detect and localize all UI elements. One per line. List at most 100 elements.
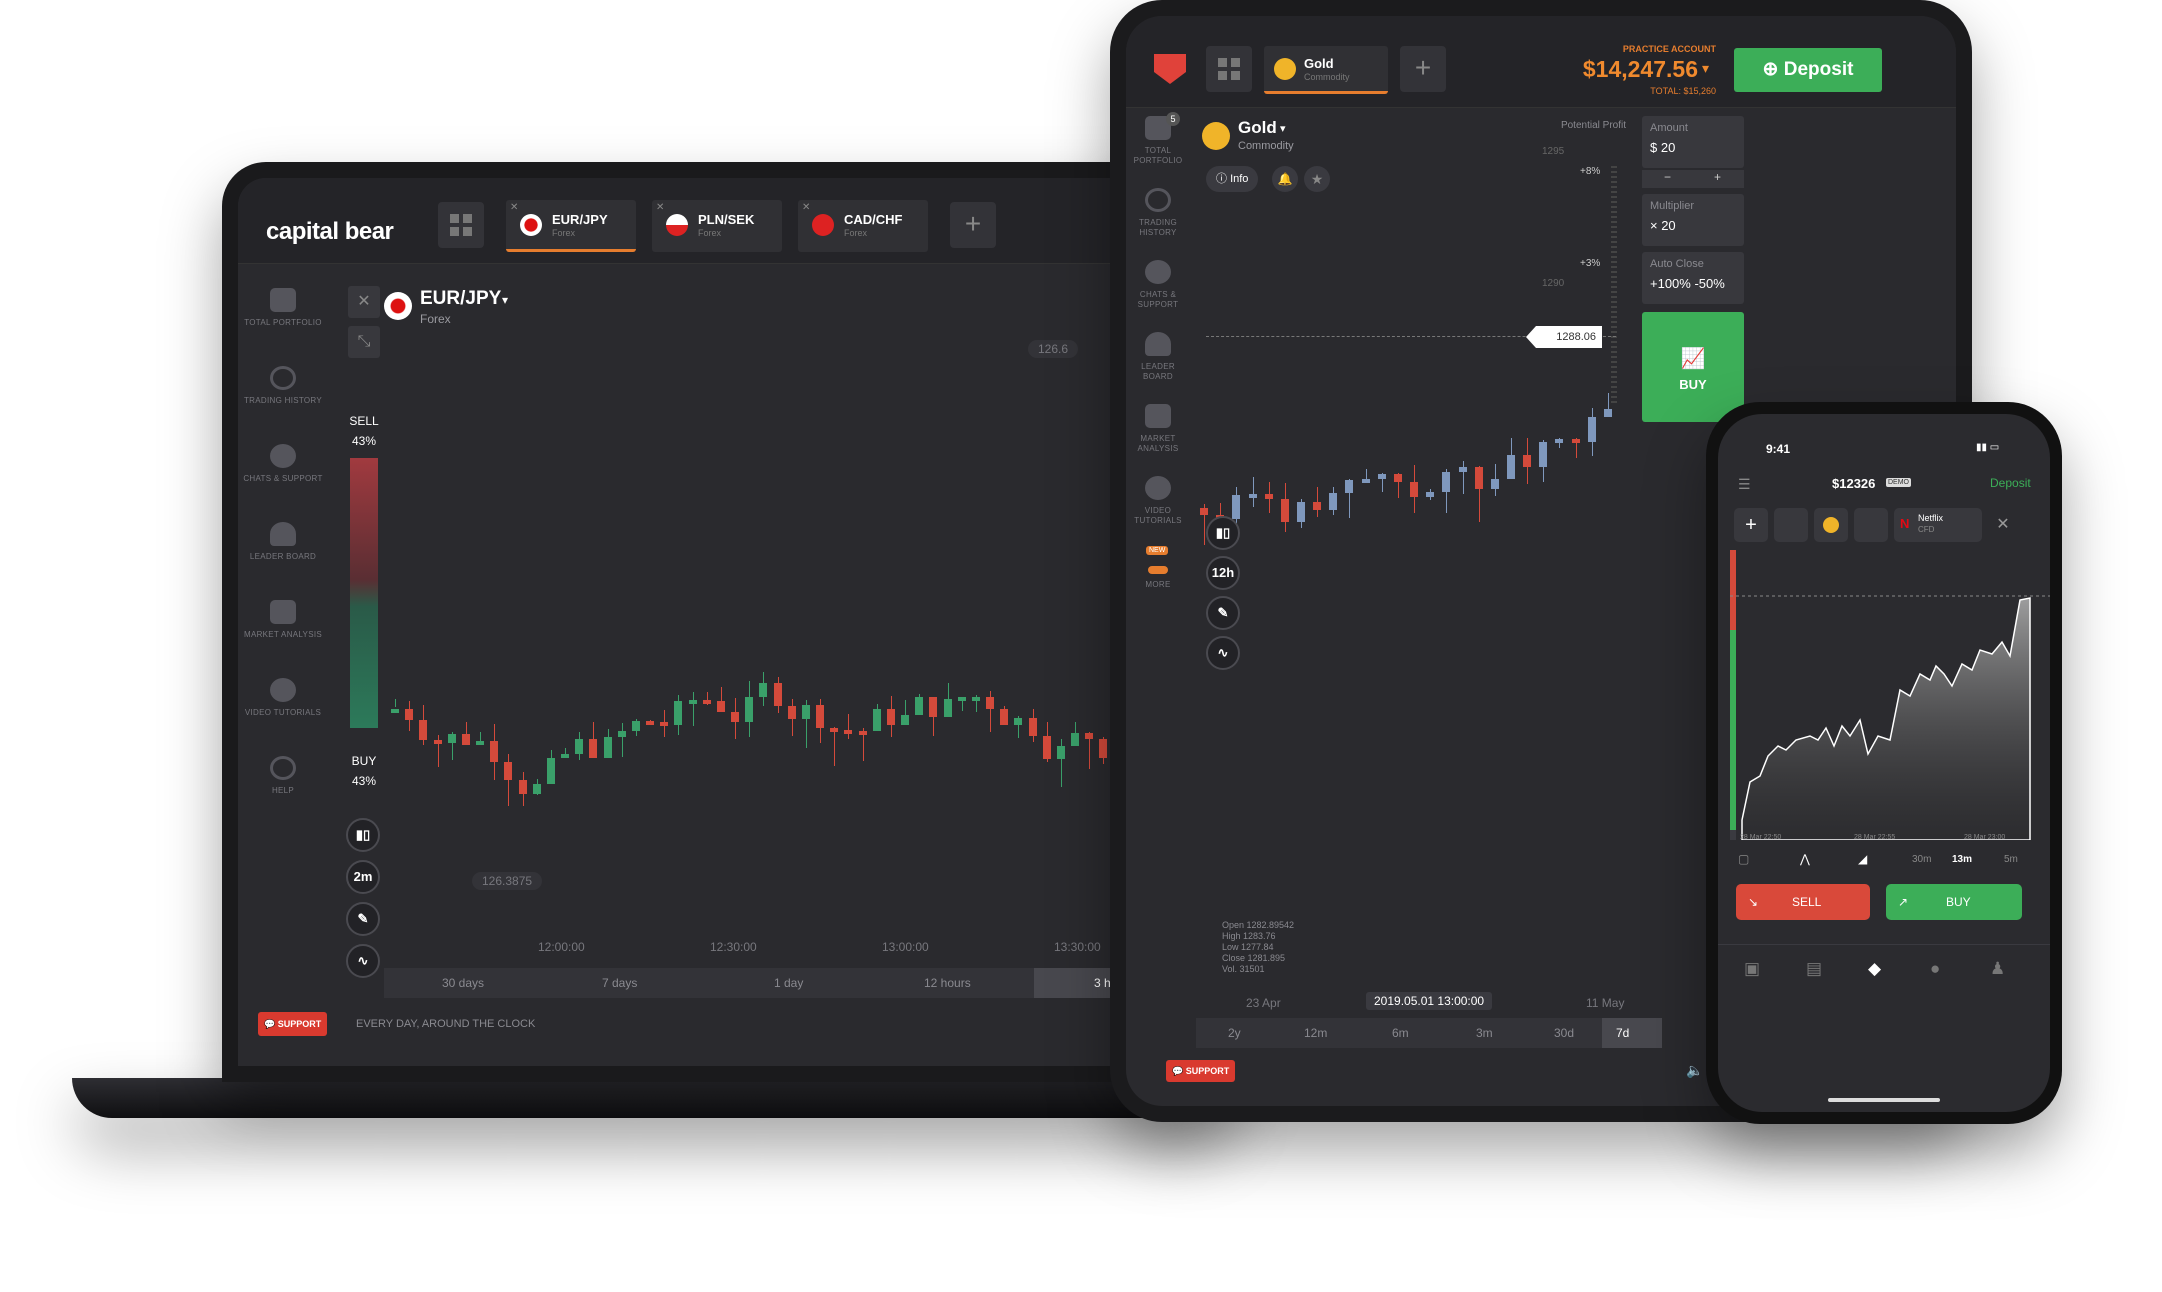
range-3m[interactable]: 3m	[1476, 1026, 1493, 1040]
indicator-icon[interactable]: ∿	[346, 944, 380, 978]
document-icon[interactable]: ▤	[1806, 959, 1822, 979]
support-button[interactable]: 💬 SUPPORT	[1166, 1060, 1236, 1082]
candlestick-chart[interactable]	[388, 318, 1226, 898]
candle	[943, 698, 952, 717]
close-icon[interactable]: ✕	[510, 202, 518, 213]
chevron-down-icon[interactable]: ▾	[1702, 60, 1709, 77]
sidebar-item-trading-history[interactable]: TRADING HISTORY	[238, 366, 328, 406]
amount-value[interactable]: $ 20	[1650, 140, 1675, 155]
sidebar-item-total-portfolio[interactable]: TOTAL PORTFOLIO	[1126, 116, 1190, 166]
close-chart-button[interactable]: ✕	[348, 286, 380, 318]
bear-icon[interactable]: ◆	[1868, 959, 1881, 979]
add-tab-button[interactable]: +	[950, 202, 996, 248]
range-30d[interactable]: 30d	[1554, 1026, 1574, 1040]
sidebar-item-chats-support[interactable]: CHATS & SUPPORT	[1126, 260, 1190, 310]
sidebar-item-leader-board[interactable]: LEADER BOARD	[1126, 332, 1190, 382]
add-tab-button[interactable]: +	[1400, 46, 1446, 92]
candle	[971, 696, 980, 701]
menu-icon[interactable]: ☰	[1738, 476, 1751, 493]
tab-gold[interactable]: Gold Commodity	[1264, 46, 1388, 94]
sidebar-item-video-tutorials[interactable]: VIDEO TUTORIALS	[238, 678, 328, 718]
range-1-day[interactable]: 1 day	[774, 976, 803, 990]
indicator-icon[interactable]: ∿	[1206, 636, 1240, 670]
sidebar-item-trading-history[interactable]: TRADING HISTORY	[1126, 188, 1190, 238]
sidebar-item-help[interactable]: HELP	[238, 756, 328, 796]
auto-close-value[interactable]: +100% -50%	[1650, 276, 1725, 291]
deposit-button[interactable]: ⊕ Deposit	[1734, 48, 1882, 92]
candle	[660, 722, 669, 727]
interval-button[interactable]: 2m	[346, 860, 380, 894]
support-button[interactable]: 💬 SUPPORT	[258, 1012, 328, 1036]
profile-icon[interactable]: ♟	[1990, 959, 2005, 979]
sell-button[interactable]: ↘ SELL	[1736, 884, 1870, 920]
range-30-days[interactable]: 30 days	[442, 976, 484, 990]
chat-icon	[270, 444, 296, 468]
ohlc-open: Open 1282.89542	[1222, 920, 1295, 930]
sidebar-item-more[interactable]: MORE	[1126, 566, 1190, 590]
balance[interactable]: $14,247.56	[1526, 56, 1698, 83]
collapse-icon[interactable]: ⤡	[348, 326, 380, 358]
candle	[1345, 480, 1354, 494]
buy-button[interactable]: ↗ BUY	[1886, 884, 2022, 920]
ohlc-vol: Vol. 31501	[1222, 964, 1265, 974]
sidebar-item-total-portfolio[interactable]: TOTAL PORTFOLIO	[238, 288, 328, 328]
interval-30m[interactable]: 30m	[1912, 854, 1931, 865]
sidebar-item-market-analysis[interactable]: MARKET ANALYSIS	[238, 600, 328, 640]
candle-wick	[848, 714, 850, 740]
chart-icon[interactable]: ▢	[1738, 852, 1749, 866]
tab-pln-sek[interactable]: ✕ PLN/SEK Forex	[652, 200, 782, 252]
tab-eur-jpy[interactable]: ✕ EUR/JPY Forex	[506, 200, 636, 252]
amount-field[interactable]: Amount $ 20	[1642, 116, 1744, 168]
grid-icon[interactable]	[438, 202, 484, 248]
range-2y[interactable]: 2y	[1228, 1026, 1241, 1040]
range-12m[interactable]: 12m	[1304, 1026, 1327, 1040]
close-icon[interactable]: ✕	[802, 202, 810, 213]
plus-button[interactable]: +	[1714, 170, 1721, 184]
candlestick-chart[interactable]	[1196, 116, 1616, 916]
interval-button[interactable]: 12h	[1206, 556, 1240, 590]
multiplier-field[interactable]: Multiplier × 20	[1642, 194, 1744, 246]
candle	[504, 762, 513, 780]
sidebar-item-video-tutorials[interactable]: VIDEO TUTORIALS	[1126, 476, 1190, 526]
sidebar-item-leader-board[interactable]: LEADER BOARD	[238, 522, 328, 562]
chart-type-icon[interactable]: ▮▯	[346, 818, 380, 852]
add-asset-button[interactable]: +	[1734, 508, 1768, 542]
sound-icon[interactable]: 🔈	[1686, 1062, 1703, 1079]
buy-button[interactable]: 📈 BUY	[1642, 312, 1744, 422]
line-chart[interactable]	[1730, 550, 2050, 840]
sidebar-item-market-analysis[interactable]: MARKET ANALYSIS	[1126, 404, 1190, 454]
range-7d[interactable]: 7d	[1602, 1018, 1662, 1048]
auto-close-field[interactable]: Auto Close +100% -50%	[1642, 252, 1744, 304]
briefcase-icon[interactable]: ▣	[1744, 959, 1760, 979]
range-12-hours[interactable]: 12 hours	[924, 976, 971, 990]
pencil-icon[interactable]: ✎	[346, 902, 380, 936]
interval-13m[interactable]: 13m	[1952, 854, 1972, 865]
balance[interactable]: $12326	[1832, 476, 1875, 491]
minus-button[interactable]: −	[1664, 170, 1671, 184]
area-chart-icon[interactable]: ◢	[1858, 852, 1867, 866]
tab-cad-chf[interactable]: ✕ CAD/CHF Forex	[798, 200, 928, 252]
chevron-down-icon[interactable]: ▾	[502, 293, 508, 307]
demo-badge: DEMO	[1886, 478, 1911, 487]
chat-icon[interactable]: ●	[1930, 959, 1940, 979]
sidebar-item-chats-support[interactable]: CHATS & SUPPORT	[238, 444, 328, 484]
asset-name[interactable]: EUR/JPY	[420, 288, 501, 310]
close-icon[interactable]: ✕	[1986, 508, 2020, 542]
draw-icon[interactable]: ⋀	[1800, 852, 1810, 866]
close-icon[interactable]: ✕	[656, 202, 664, 213]
apple-icon[interactable]	[1774, 508, 1808, 542]
grid-icon[interactable]	[1206, 46, 1252, 92]
candle	[561, 753, 570, 758]
deposit-link[interactable]: Deposit	[1990, 476, 2031, 490]
candle	[1000, 708, 1009, 726]
interval-5m[interactable]: 5m	[2004, 854, 2018, 865]
pencil-icon[interactable]: ✎	[1206, 596, 1240, 630]
candle	[1232, 494, 1241, 520]
gold-icon[interactable]	[1814, 508, 1848, 542]
tab-netflix[interactable]: N Netflix CFD	[1894, 508, 1982, 542]
range-6m[interactable]: 6m	[1392, 1026, 1409, 1040]
diamond-icon[interactable]	[1854, 508, 1888, 542]
chart-type-icon[interactable]: ▮▯	[1206, 516, 1240, 550]
range-7-days[interactable]: 7 days	[602, 976, 637, 990]
multiplier-value[interactable]: × 20	[1650, 218, 1676, 233]
